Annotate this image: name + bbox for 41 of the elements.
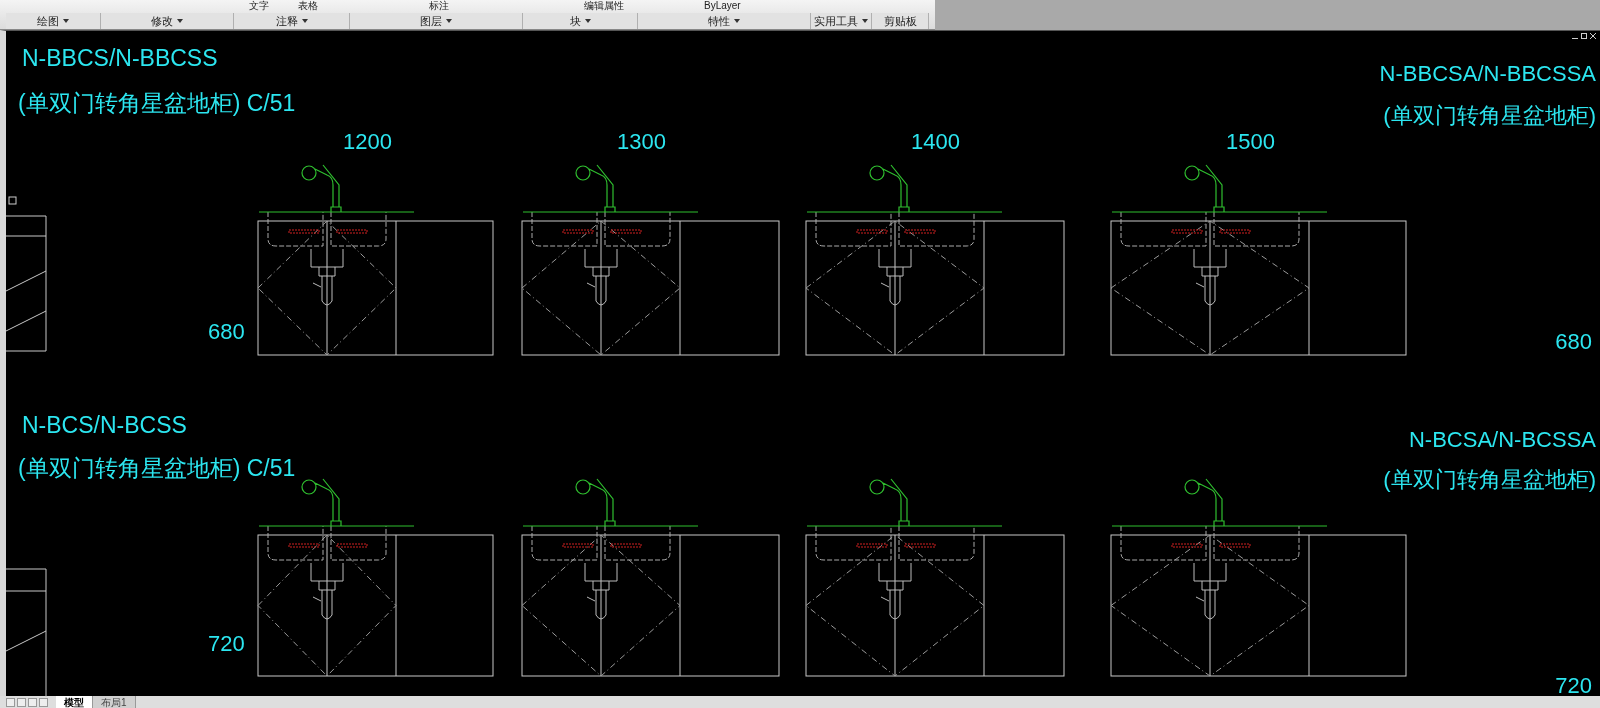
ribbon-tool-label[interactable]: 编辑属性 bbox=[584, 0, 624, 12]
ribbon-tool-label[interactable]: 文字 bbox=[249, 0, 269, 12]
caret-icon bbox=[177, 19, 183, 23]
ribbon-panel-title[interactable]: 修改 bbox=[101, 13, 234, 29]
width-dimension-label: 1500 bbox=[1226, 128, 1275, 156]
layout-tab[interactable]: 布局1 bbox=[93, 696, 136, 708]
caret-icon bbox=[584, 19, 591, 23]
ribbon-panel-title[interactable]: 块 bbox=[523, 13, 638, 29]
ribbon-panel-title[interactable]: 剪贴板 bbox=[872, 13, 929, 29]
height-dimension-label: 680 bbox=[208, 318, 245, 346]
grip-square-marker bbox=[8, 196, 17, 205]
cabinet-description-label: (单双门转角星盆地柜) C/51 bbox=[18, 89, 296, 118]
caret-icon bbox=[63, 19, 69, 23]
layout-tab[interactable]: 模型 bbox=[56, 696, 93, 708]
width-dimension-label: 1300 bbox=[617, 128, 666, 156]
cabinet-description-label: (单双门转角星盆地柜) bbox=[1383, 466, 1596, 494]
cabinet-description-label: (单双门转角星盆地柜) bbox=[1383, 102, 1596, 130]
height-dimension-label: 680 bbox=[1555, 328, 1592, 356]
caret-icon bbox=[862, 19, 868, 23]
cabinet-code-label: N-BCS/N-BCSS bbox=[22, 411, 187, 440]
cabinet-code-label: N-BBCS/N-BBCSS bbox=[22, 44, 218, 73]
ribbon-tool-label[interactable]: 表格 bbox=[298, 0, 318, 12]
ribbon-panel-title[interactable]: 注释 bbox=[234, 13, 350, 29]
height-dimension-label: 720 bbox=[208, 630, 245, 658]
cabinet-code-label: N-BBCSA/N-BBCSSA bbox=[1379, 60, 1596, 88]
caret-icon bbox=[734, 19, 740, 23]
cabinet-description-label: (单双门转角星盆地柜) C/51 bbox=[18, 454, 296, 483]
width-dimension-label: 1400 bbox=[911, 128, 960, 156]
ribbon-tool-label[interactable]: 标注 bbox=[429, 0, 449, 12]
width-dimension-label: 1200 bbox=[343, 128, 392, 156]
ribbon-panel-title[interactable]: 绘图 bbox=[6, 13, 101, 29]
ribbon-panel-title[interactable]: 实用工具 bbox=[811, 13, 872, 29]
restore-icon[interactable] bbox=[1581, 33, 1587, 39]
ribbon-panel-title[interactable]: 图层 bbox=[350, 13, 523, 29]
caret-icon bbox=[446, 19, 452, 23]
cabinet-code-label: N-BCSA/N-BCSSA bbox=[1408, 426, 1596, 454]
height-dimension-label: 720 bbox=[1555, 672, 1592, 700]
ribbon-panel-title[interactable]: 特性 bbox=[638, 13, 811, 29]
close-icon[interactable] bbox=[1590, 33, 1596, 39]
caret-icon bbox=[301, 19, 308, 23]
ribbon-tool-label[interactable]: ByLayer bbox=[704, 0, 741, 12]
